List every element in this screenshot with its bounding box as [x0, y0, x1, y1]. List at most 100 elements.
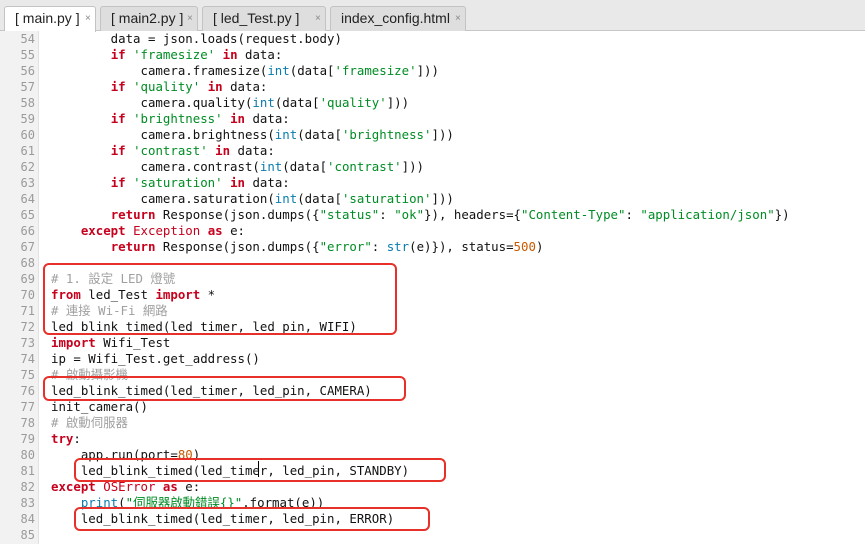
code-token: camera.framesize( [51, 63, 268, 78]
code-line[interactable]: camera.brightness(int(data['brightness']… [51, 127, 454, 143]
code-token: 'quality' [319, 95, 387, 110]
close-tab-icon[interactable]: × [455, 7, 461, 30]
code-token: Wifi_Test [95, 335, 171, 350]
code-token: : [73, 431, 81, 446]
tab-main-py[interactable]: [ main.py ] × [4, 6, 96, 32]
code-line[interactable]: except Exception as e: [51, 223, 245, 239]
code-token: int [267, 63, 290, 78]
code-token: str [386, 239, 410, 254]
close-tab-icon[interactable]: × [85, 7, 91, 30]
code-line[interactable]: return Response(json.dumps({"error": str… [51, 239, 544, 255]
code-token: ])) [386, 95, 410, 110]
code-line[interactable]: data = json.loads(request.body) [51, 31, 342, 47]
line-number: 80 [20, 448, 35, 462]
code-token: int [252, 95, 275, 110]
code-line[interactable]: if 'framesize' in data: [51, 47, 283, 63]
line-number: 67 [20, 240, 35, 254]
code-token: camera.quality( [51, 95, 253, 110]
tab-label: [ main2.py ] [111, 10, 184, 26]
code-token: ])) [431, 191, 454, 206]
code-line[interactable]: ip = Wifi_Test.get_address() [51, 351, 260, 367]
line-number: 70 [20, 288, 35, 302]
code-token: return [110, 239, 156, 254]
code-line[interactable]: # 啟動伺服器 [51, 415, 128, 431]
code-line[interactable]: camera.quality(int(data['quality'])) [51, 95, 410, 111]
code-line[interactable]: if 'contrast' in data: [51, 143, 275, 159]
highlight-box-led-wifi [43, 263, 397, 335]
code-line[interactable]: return Response(json.dumps({"status": "o… [51, 207, 790, 223]
code-token: import [51, 335, 96, 350]
code-token: if [110, 47, 126, 62]
code-token: "Content-Type" [521, 207, 626, 222]
code-line[interactable]: init_camera() [51, 399, 148, 415]
code-line[interactable]: camera.contrast(int(data['contrast'])) [51, 159, 425, 175]
code-line[interactable]: camera.framesize(int(data['framesize'])) [51, 63, 439, 79]
code-token: (data[ [274, 95, 320, 110]
code-editor[interactable]: 54 55 56 57 58 59 60 61 62 63 64 65 66 67 68 69 70 71 72 73… [0, 31, 865, 544]
code-token: : [379, 207, 395, 222]
code-token: except [80, 223, 126, 238]
code-token: in [207, 79, 223, 94]
code-line[interactable]: if 'quality' in data: [51, 79, 268, 95]
highlight-box-led-standby [74, 458, 446, 482]
code-token: if [110, 79, 126, 94]
code-token: try [51, 431, 74, 446]
close-tab-icon[interactable]: × [315, 7, 321, 30]
code-token: 'contrast' [327, 159, 402, 174]
code-token: data: [237, 47, 283, 62]
code-token: camera.brightness( [51, 127, 275, 142]
code-token: Response(json.dumps({ [155, 207, 320, 222]
code-line[interactable]: import Wifi_Test [51, 335, 170, 351]
text-cursor [258, 461, 259, 477]
tab-led-test-py[interactable]: [ led_Test.py ] × [202, 6, 326, 31]
code-line[interactable]: if 'brightness' in data: [51, 111, 290, 127]
highlight-box-led-camera [43, 376, 406, 401]
line-number: 79 [20, 432, 35, 446]
code-token: Exception [133, 223, 201, 238]
code-token: 'brightness' [341, 127, 432, 142]
code-token: # 啟動伺服器 [51, 415, 128, 430]
tab-label: [ main.py ] [15, 10, 80, 26]
code-token: "error" [319, 239, 372, 254]
code-line[interactable]: try: [51, 431, 81, 447]
code-line[interactable]: camera.saturation(int(data['saturation']… [51, 191, 454, 207]
line-number: 61 [20, 144, 35, 158]
line-number: 83 [20, 496, 35, 510]
line-number: 71 [20, 304, 35, 318]
code-token: Response(json.dumps({ [155, 239, 320, 254]
close-tab-icon[interactable]: × [187, 7, 193, 30]
line-number: 59 [20, 112, 35, 126]
line-number: 77 [20, 400, 35, 414]
line-number: 69 [20, 272, 35, 286]
code-token: if [110, 175, 126, 190]
line-number: 75 [20, 368, 35, 382]
code-line[interactable]: if 'saturation' in data: [51, 175, 290, 191]
line-number-gutter: 54 55 56 57 58 59 60 61 62 63 64 65 66 67 68 69 70 71 72 73… [0, 31, 39, 544]
code-token: init_camera() [51, 399, 148, 414]
code-token: 500 [513, 239, 536, 254]
code-token: 'saturation' [133, 175, 223, 190]
highlight-box-led-error [74, 507, 430, 531]
code-token: 'quality' [133, 79, 201, 94]
code-token: data = json.loads(request.body) [51, 31, 342, 46]
code-token: ip = Wifi_Test.get_address() [51, 351, 260, 366]
tab-main2-py[interactable]: [ main2.py ] × [100, 6, 198, 31]
code-token: int [259, 159, 283, 174]
line-number: 78 [20, 416, 35, 430]
code-token: (data[ [289, 63, 335, 78]
line-number: 64 [20, 192, 35, 206]
line-number: 57 [20, 80, 35, 94]
code-token: int [274, 191, 298, 206]
code-token: ])) [416, 63, 439, 78]
line-number: 73 [20, 336, 35, 350]
tab-index-config-html[interactable]: index_config.html × [330, 6, 466, 31]
